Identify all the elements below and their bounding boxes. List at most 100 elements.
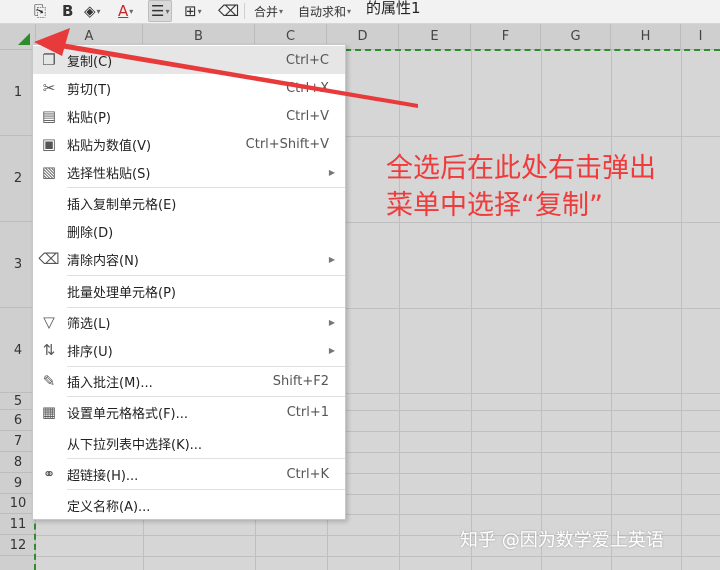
menu-item-shortcut: Ctrl+X: [286, 80, 329, 96]
grid-line: [36, 556, 720, 557]
submenu-arrow-icon: ▶: [328, 345, 335, 355]
menu-item-insert-comment[interactable]: ✎ 插入批注(M)... Shift+F2: [33, 367, 345, 395]
select-all-triangle-icon[interactable]: [18, 33, 30, 45]
row-header-10[interactable]: 10: [0, 494, 36, 514]
menu-item-paste-special[interactable]: ▧ 选择性粘贴(S) ▶: [33, 158, 345, 186]
grid-line: [399, 50, 400, 570]
row-header-8[interactable]: 8: [0, 452, 36, 473]
clear-format-icon: ⌫: [218, 2, 240, 20]
menu-item-label: 插入复制单元格(E): [67, 197, 177, 213]
menu-item-label: 粘贴(P): [67, 110, 111, 126]
border-button[interactable]: ⊞ ▾: [184, 0, 202, 22]
bold-button[interactable]: B: [62, 0, 73, 22]
align-center-icon: ☰: [151, 2, 165, 20]
menu-item-label: 清除内容(N): [67, 253, 139, 269]
format-painter-icon: ⎘: [34, 2, 47, 20]
menu-item-shortcut: Ctrl+C: [285, 52, 329, 68]
align-button[interactable]: ☰ ▾: [148, 0, 173, 22]
menu-item-label: 删除(D): [67, 225, 114, 241]
menu-item-format-cells[interactable]: ▦ 设置单元格格式(F)... Ctrl+1: [33, 398, 345, 426]
menu-item-label: 从下拉列表中选择(K)...: [67, 437, 203, 453]
toolbar-divider: [244, 3, 245, 19]
autosum-label: 自动求和: [298, 4, 347, 19]
menu-item-paste[interactable]: ▤ 粘贴(P) Ctrl+V: [33, 102, 345, 130]
paste-values-icon: ▣: [41, 135, 57, 153]
menu-item-clear-contents[interactable]: ⌫ 清除内容(N) ▶: [33, 245, 345, 273]
copy-icon: ❐: [42, 51, 56, 69]
menu-item-pick-from-list[interactable]: 从下拉列表中选择(K)...: [33, 429, 345, 457]
toolbar: ⎘ B ◈ ▾ A ▾ ☰ ▾ ⊞ ▾ ⌫ 合并 ▾ 自动求和 ▾ 的属性1: [0, 0, 720, 24]
link-icon: ⚭: [42, 465, 56, 483]
fill-color-button[interactable]: ◈ ▾: [84, 0, 101, 22]
comment-icon: ✎: [42, 372, 56, 390]
menu-item-shortcut: Ctrl+Shift+V: [245, 136, 329, 152]
menu-item-shortcut: Ctrl+1: [286, 404, 329, 420]
menu-item-filter[interactable]: ▽ 筛选(L) ▶: [33, 308, 345, 336]
menu-item-hyperlink[interactable]: ⚭ 超链接(H)... Ctrl+K: [33, 460, 345, 488]
context-menu: ❐ 复制(C) Ctrl+C ✂ 剪切(T) Ctrl+X ▤ 粘贴(P) Ct…: [32, 44, 346, 520]
menu-item-shortcut: Shift+F2: [272, 373, 329, 389]
row-header-6[interactable]: 6: [0, 410, 36, 431]
font-color-button[interactable]: A ▾: [118, 0, 133, 22]
merge-button[interactable]: 合并 ▾: [254, 0, 283, 22]
menu-divider: [67, 396, 345, 397]
bold-label: B: [62, 2, 74, 20]
column-header-h[interactable]: H: [611, 24, 681, 50]
grid-line: [681, 50, 682, 570]
column-header-i[interactable]: I: [681, 24, 720, 50]
menu-item-sort[interactable]: ⇅ 排序(U) ▶: [33, 336, 345, 364]
menu-item-label: 设置单元格格式(F)...: [67, 406, 189, 422]
menu-item-batch-process[interactable]: 批量处理单元格(P): [33, 277, 345, 305]
sort-icon: ⇅: [42, 341, 56, 359]
row-header-12[interactable]: 12: [0, 535, 36, 556]
submenu-arrow-icon: ▶: [328, 317, 335, 327]
menu-item-delete[interactable]: 删除(D): [33, 217, 345, 245]
menu-item-copy[interactable]: ❐ 复制(C) Ctrl+C: [33, 46, 345, 74]
row-header-11[interactable]: 11: [0, 514, 36, 535]
row-header-4[interactable]: 4: [0, 308, 36, 393]
menu-item-label: 剪切(T): [67, 82, 112, 98]
column-header-e[interactable]: E: [399, 24, 471, 50]
grid-line: [541, 50, 542, 570]
menu-divider: [67, 187, 345, 188]
menu-item-label: 粘贴为数值(V): [67, 138, 152, 154]
fill-color-icon: ◈: [84, 2, 96, 20]
row-header: 1 2 3 4 5 6 7 8 9 10 11 12: [0, 50, 36, 570]
watermark: 知乎 @因为数学爱上英语: [460, 530, 664, 551]
menu-item-label: 排序(U): [67, 344, 113, 360]
menu-item-paste-values[interactable]: ▣ 粘贴为数值(V) Ctrl+Shift+V: [33, 130, 345, 158]
annotation-line-1: 全选后在此处右击弹出: [386, 153, 656, 184]
formula-text: 的属性1: [366, 0, 421, 17]
menu-item-label: 超链接(H)...: [67, 468, 139, 484]
menu-item-shortcut: Ctrl+K: [286, 466, 329, 482]
column-header-f[interactable]: F: [471, 24, 541, 50]
column-header-g[interactable]: G: [541, 24, 611, 50]
menu-item-label: 插入批注(M)...: [67, 375, 153, 391]
row-header-1[interactable]: 1: [0, 50, 36, 136]
autosum-button[interactable]: 自动求和 ▾: [298, 0, 351, 22]
border-icon: ⊞: [184, 2, 197, 20]
row-header-5[interactable]: 5: [0, 393, 36, 410]
row-header-7[interactable]: 7: [0, 431, 36, 452]
row-header-2[interactable]: 2: [0, 136, 36, 222]
menu-divider: [67, 489, 345, 490]
menu-divider: [67, 458, 345, 459]
menu-item-cut[interactable]: ✂ 剪切(T) Ctrl+X: [33, 74, 345, 102]
grid-line: [471, 50, 472, 570]
row-header-3[interactable]: 3: [0, 222, 36, 308]
clear-format-button[interactable]: ⌫: [218, 0, 239, 22]
menu-item-label: 筛选(L): [67, 316, 111, 332]
menu-item-define-name[interactable]: 定义名称(A)...: [33, 491, 345, 519]
menu-item-shortcut: Ctrl+V: [286, 108, 329, 124]
menu-divider: [67, 275, 345, 276]
menu-item-label: 选择性粘贴(S): [67, 166, 151, 182]
merge-label: 合并: [254, 4, 279, 19]
font-color-label: A: [118, 2, 129, 20]
scissors-icon: ✂: [42, 79, 56, 97]
menu-item-label: 批量处理单元格(P): [67, 285, 176, 301]
format-painter-button[interactable]: ⎘: [34, 0, 46, 22]
annotation-line-2: 菜单中选择“复制”: [386, 190, 603, 221]
submenu-arrow-icon: ▶: [328, 167, 335, 177]
menu-item-insert-copied-cells[interactable]: 插入复制单元格(E): [33, 189, 345, 217]
row-header-9[interactable]: 9: [0, 473, 36, 494]
